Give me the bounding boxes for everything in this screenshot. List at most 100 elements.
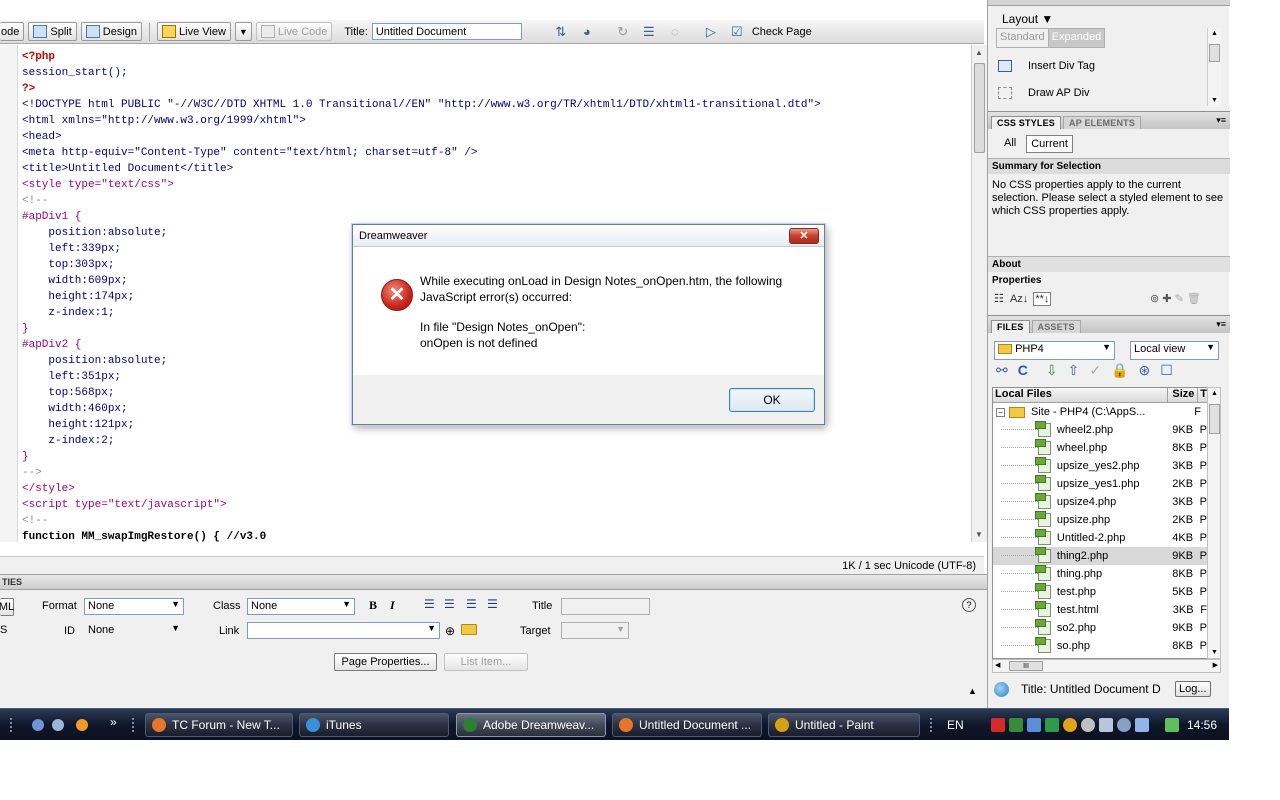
draw-ap-div-item[interactable]: Draw AP Div [998, 87, 1090, 99]
tray-icon[interactable] [991, 718, 1005, 732]
expand-files-icon[interactable]: ☐ [1160, 362, 1173, 379]
set-properties-icon[interactable]: **↓ [1033, 292, 1052, 306]
dialog-titlebar[interactable]: Dreamweaver ✕ [353, 225, 824, 247]
insert-panel-scrollbar[interactable]: ▲ ▼ [1207, 28, 1221, 106]
view-select[interactable]: Local view ▼ [1130, 341, 1219, 360]
tray-icon[interactable] [1009, 718, 1023, 732]
dialog-close-button[interactable]: ✕ [789, 228, 819, 244]
page-properties-button[interactable]: Page Properties... [334, 653, 437, 671]
scroll-thumb[interactable]: III [1009, 661, 1043, 671]
standard-button[interactable]: Standard [997, 29, 1049, 47]
network-icon[interactable] [1135, 718, 1149, 732]
properties-header[interactable]: TIES [0, 574, 987, 590]
local-files-header[interactable]: Local Files [993, 388, 1169, 402]
split-view-button[interactable]: Split [28, 22, 77, 41]
file-row[interactable]: upsize.php 2KB P [993, 511, 1207, 529]
help-icon[interactable]: ? [962, 598, 976, 612]
scroll-right-icon[interactable]: ▶ [1213, 661, 1218, 669]
css-mode-button[interactable]: S [0, 624, 7, 636]
view-options-icon[interactable]: ☰ [638, 24, 660, 40]
language-indicator[interactable]: EN [947, 718, 964, 732]
list-item-button[interactable]: List Item... [444, 653, 528, 671]
scroll-thumb[interactable] [974, 63, 985, 153]
all-button[interactable]: All [996, 135, 1024, 153]
visual-aids-icon[interactable]: ◌ [664, 24, 686, 39]
volume-icon[interactable] [1099, 718, 1113, 732]
log-button[interactable]: Log... [1175, 681, 1211, 697]
tray-icon[interactable] [1165, 718, 1179, 732]
scroll-down-icon[interactable]: ▼ [1211, 649, 1218, 656]
browse-folder-icon[interactable] [461, 624, 477, 635]
code-view-button[interactable]: ode [0, 22, 25, 41]
design-view-button[interactable]: Design [80, 22, 143, 41]
tray-icon[interactable] [1081, 718, 1095, 732]
refresh-icon[interactable]: ↻ [612, 24, 634, 40]
scroll-up-icon[interactable]: ▲ [975, 48, 983, 57]
alpha-view-icon[interactable]: Az↓ [1010, 293, 1028, 305]
taskbar-button[interactable]: Untitled Document ... [612, 713, 762, 737]
file-row[interactable]: thing.php 8KB P [993, 565, 1207, 583]
get-files-icon[interactable]: ⇩ [1046, 362, 1058, 379]
files-horizontal-scrollbar[interactable]: ◀ III ▶ [992, 659, 1221, 673]
file-management-icon[interactable]: ⇅ [550, 24, 572, 40]
put-files-icon[interactable]: ⇧ [1068, 362, 1080, 379]
ok-button[interactable]: OK [729, 388, 815, 412]
bold-button[interactable]: B [369, 598, 377, 613]
quicklaunch-chevron[interactable]: » [110, 715, 117, 729]
tray-icon[interactable] [1045, 718, 1059, 732]
expanded-button[interactable]: Expanded [1048, 29, 1105, 47]
file-row[interactable]: test.html 3KB F [993, 601, 1207, 619]
link-input[interactable]: ▼ [247, 622, 440, 639]
file-row[interactable]: upsize4.php 3KB P [993, 493, 1207, 511]
file-row[interactable]: wheel.php 8KB P [993, 439, 1207, 457]
site-select[interactable]: PHP4 ▼ [994, 341, 1115, 360]
indent-icon[interactable]: ☰ [487, 597, 498, 611]
validate-markup-icon[interactable]: ▷ [700, 24, 722, 40]
layout-menu[interactable]: Layout ▼ [1002, 12, 1053, 26]
file-row[interactable]: upsize_yes1.php 2KB P [993, 475, 1207, 493]
italic-button[interactable]: I [390, 598, 395, 613]
scroll-up-icon[interactable]: ▲ [1211, 30, 1218, 37]
tab-assets[interactable]: ASSETS [1031, 320, 1081, 333]
quicklaunch-icon[interactable] [76, 719, 88, 731]
outdent-icon[interactable]: ☰ [466, 597, 477, 611]
check-out-icon[interactable]: ✓ [1089, 362, 1101, 379]
standard-expanded-toggle[interactable]: Standard Expanded [996, 28, 1106, 48]
site-root-row[interactable]: − Site - PHP4 (C:\AppS... F [993, 403, 1207, 421]
id-select[interactable]: None ▼ [84, 622, 184, 639]
taskbar-button[interactable]: Untitled - Paint [768, 713, 920, 737]
class-select[interactable]: None ▼ [247, 598, 355, 615]
scroll-down-icon[interactable]: ▼ [1211, 97, 1218, 104]
live-code-button[interactable]: Live Code [255, 22, 333, 41]
all-current-toggle[interactable]: All Current [996, 135, 1073, 153]
edit-rule-icon[interactable]: ✎ [1175, 293, 1184, 305]
scroll-down-icon[interactable]: ▼ [975, 530, 983, 539]
live-view-dropdown[interactable]: ▼ [234, 22, 252, 41]
panel-menu-icon[interactable]: ▾≡ [1216, 115, 1226, 126]
file-row[interactable]: upsize_yes2.php 3KB P [993, 457, 1207, 475]
file-row[interactable]: thing2.php 9KB P [993, 547, 1207, 565]
tray-icon[interactable] [1117, 718, 1131, 732]
connect-icon[interactable]: ⚯ [996, 362, 1008, 379]
title-field[interactable] [561, 598, 650, 615]
document-title-input[interactable] [371, 23, 522, 40]
file-row[interactable]: so2.php 9KB P [993, 619, 1207, 637]
delete-rule-icon[interactable]: 🗑 [1187, 293, 1201, 305]
scroll-thumb[interactable] [1209, 404, 1220, 434]
html-mode-button[interactable]: ML [0, 598, 14, 616]
taskbar-button[interactable]: iTunes [299, 713, 449, 737]
file-row[interactable]: Untitled-2.php 4KB P [993, 529, 1207, 547]
collapse-icon[interactable]: − [996, 407, 1005, 417]
ordered-list-icon[interactable]: ☰ [444, 597, 455, 611]
category-view-icon[interactable]: ☷ [994, 293, 1004, 305]
expand-panel-icon[interactable]: ▲ [968, 686, 977, 696]
tab-files[interactable]: FILES [991, 320, 1030, 333]
code-vertical-scrollbar[interactable]: ▲ ▼ [971, 45, 987, 542]
target-select[interactable]: ▼ [561, 622, 629, 639]
current-button[interactable]: Current [1026, 135, 1073, 153]
point-to-file-icon[interactable]: ⊕ [445, 624, 455, 638]
taskbar-button[interactable]: TC Forum - New T... [145, 713, 293, 737]
refresh-icon[interactable]: C [1018, 362, 1028, 379]
files-vertical-scrollbar[interactable]: ▲ ▼ [1207, 387, 1221, 659]
new-rule-icon[interactable]: ✚ [1162, 293, 1171, 305]
